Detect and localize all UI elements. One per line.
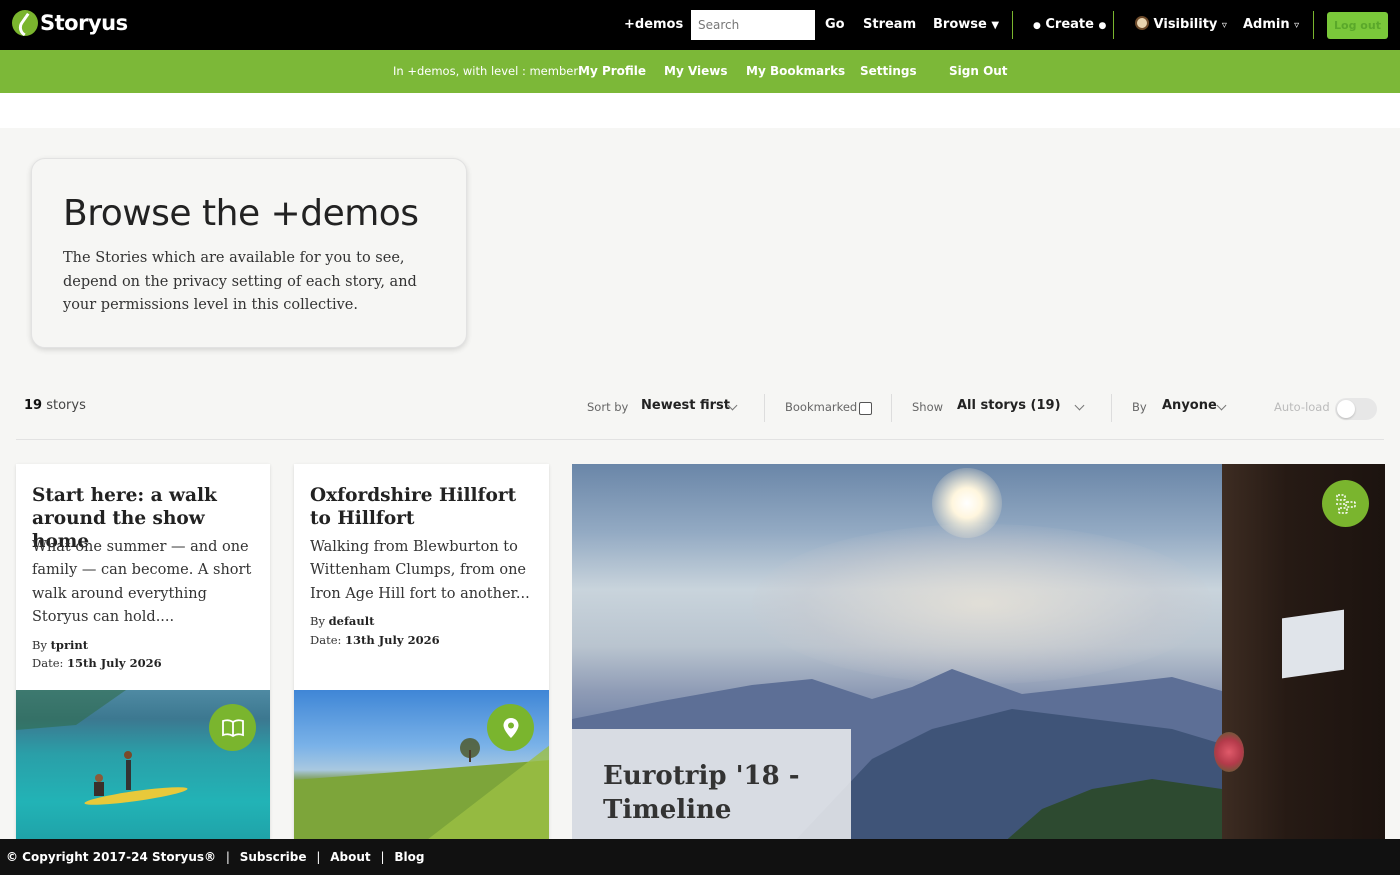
story-description: What one summer — and one family — can b… bbox=[32, 539, 252, 626]
my-views-link[interactable]: My Views bbox=[664, 50, 728, 93]
filter-divider bbox=[16, 439, 1384, 440]
divider bbox=[891, 394, 892, 422]
divider bbox=[764, 394, 765, 422]
author-label: By bbox=[310, 614, 325, 628]
chevron-down-icon[interactable] bbox=[1216, 400, 1227, 411]
book-icon-glyph bbox=[221, 718, 244, 737]
collective-link[interactable]: +demos bbox=[624, 0, 683, 50]
book-icon[interactable] bbox=[209, 704, 256, 751]
eye-icon bbox=[1135, 16, 1149, 30]
dot-icon: ● bbox=[1098, 21, 1107, 31]
visibility-label: Visibility bbox=[1153, 17, 1218, 32]
footer-separator: | bbox=[316, 850, 321, 864]
story-date: Date: 15th July 2026 bbox=[32, 656, 162, 670]
story-count-label: storys bbox=[46, 398, 86, 413]
footer: © Copyright 2017-24 Storyus® | Subscribe… bbox=[0, 839, 1400, 875]
map-pin-icon-glyph bbox=[503, 717, 518, 738]
story-card[interactable]: Start here: a walk around the show home … bbox=[16, 464, 270, 840]
story-description: Walking from Blewburton to Wittenham Clu… bbox=[310, 539, 530, 602]
story-title[interactable]: Eurotrip '18 - Timeline bbox=[603, 759, 843, 827]
footer-separator: | bbox=[225, 850, 230, 864]
sort-select[interactable]: Newest first bbox=[641, 398, 730, 413]
about-link[interactable]: About bbox=[330, 850, 370, 864]
logo-text: Storyus bbox=[40, 11, 128, 35]
author-label: By bbox=[32, 638, 47, 652]
subscribe-link[interactable]: Subscribe bbox=[240, 850, 307, 864]
storyus-leaf-icon bbox=[12, 10, 38, 36]
sort-label: Sort by bbox=[587, 400, 629, 414]
date-value: 13th July 2026 bbox=[345, 633, 440, 647]
dot-icon: ● bbox=[1033, 21, 1041, 31]
autoload-toggle[interactable] bbox=[1335, 398, 1377, 420]
intro-description: The Stories which are available for you … bbox=[63, 250, 417, 313]
autoload-label: Auto-load bbox=[1274, 400, 1330, 414]
header-spacer bbox=[0, 93, 1400, 128]
search-input[interactable] bbox=[691, 10, 815, 40]
story-author: By default bbox=[310, 614, 374, 628]
divider bbox=[1012, 11, 1013, 39]
flower-shape bbox=[1214, 732, 1244, 772]
bookmarked-checkbox[interactable] bbox=[859, 402, 872, 415]
featured-title-overlay: Eurotrip '18 - Timeline bbox=[572, 729, 851, 844]
top-navbar: Storyus +demos Go Stream Browse ▼ ● Crea… bbox=[0, 0, 1400, 50]
user-subnav: In +demos, with level : member My Profil… bbox=[0, 50, 1400, 93]
timeline-icon-glyph bbox=[1335, 493, 1356, 514]
account-button[interactable]: Log out bbox=[1327, 12, 1388, 39]
admin-label: Admin bbox=[1243, 17, 1290, 32]
story-date: Date: 13th July 2026 bbox=[310, 633, 440, 647]
browse-menu[interactable]: Browse ▼ bbox=[933, 0, 999, 50]
divider bbox=[1111, 394, 1112, 422]
visibility-menu[interactable]: Visibility ▿ bbox=[1135, 0, 1227, 50]
chalet-window bbox=[1282, 609, 1344, 679]
copyright-text: © Copyright 2017-24 Storyus® bbox=[6, 850, 217, 864]
my-bookmarks-link[interactable]: My Bookmarks bbox=[746, 50, 845, 93]
featured-story-card[interactable]: Eurotrip '18 - Timeline bbox=[572, 464, 1385, 844]
chevron-down-icon[interactable] bbox=[1074, 400, 1085, 411]
sign-out-link[interactable]: Sign Out bbox=[949, 50, 1008, 93]
stream-link[interactable]: Stream bbox=[863, 0, 916, 50]
blog-link[interactable]: Blog bbox=[394, 850, 424, 864]
create-label: Create bbox=[1045, 17, 1094, 32]
author-name: tprint bbox=[50, 638, 89, 652]
story-count-number: 19 bbox=[24, 398, 43, 413]
date-label: Date: bbox=[32, 656, 64, 670]
story-card[interactable]: Oxfordshire Hillfort to Hillfort Walking… bbox=[294, 464, 549, 840]
divider bbox=[1113, 11, 1114, 39]
show-label: Show bbox=[912, 400, 944, 414]
by-label: By bbox=[1132, 400, 1147, 414]
date-value: 15th July 2026 bbox=[67, 656, 162, 670]
create-menu[interactable]: ● Create ● bbox=[1033, 0, 1106, 50]
caret-down-icon: ▿ bbox=[1294, 20, 1300, 31]
caret-down-icon: ▼ bbox=[991, 20, 1000, 31]
go-button[interactable]: Go bbox=[825, 0, 845, 50]
story-author: By tprint bbox=[32, 638, 88, 652]
bookmarked-label: Bookmarked bbox=[785, 400, 858, 414]
intro-card: Browse the +demos The Stories which are … bbox=[31, 158, 467, 348]
show-select[interactable]: All storys (19) bbox=[957, 398, 1061, 413]
story-count: 19 storys bbox=[24, 398, 86, 413]
story-title[interactable]: Oxfordshire Hillfort to Hillfort bbox=[310, 484, 540, 530]
divider bbox=[1313, 11, 1314, 39]
page-title: Browse the +demos bbox=[63, 193, 419, 234]
sun-shape bbox=[932, 468, 1002, 538]
storyus-logo[interactable]: Storyus bbox=[12, 10, 128, 36]
footer-separator: | bbox=[380, 850, 385, 864]
settings-link[interactable]: Settings bbox=[860, 50, 917, 93]
author-name: default bbox=[328, 614, 375, 628]
caret-down-icon: ▿ bbox=[1221, 20, 1227, 31]
timeline-icon[interactable] bbox=[1322, 480, 1369, 527]
date-label: Date: bbox=[310, 633, 342, 647]
my-profile-link[interactable]: My Profile bbox=[578, 50, 646, 93]
map-pin-icon[interactable] bbox=[487, 704, 534, 751]
browse-label: Browse bbox=[933, 17, 987, 32]
author-select[interactable]: Anyone bbox=[1162, 398, 1217, 413]
admin-menu[interactable]: Admin ▿ bbox=[1243, 0, 1299, 50]
membership-status: In +demos, with level : member bbox=[393, 64, 579, 78]
